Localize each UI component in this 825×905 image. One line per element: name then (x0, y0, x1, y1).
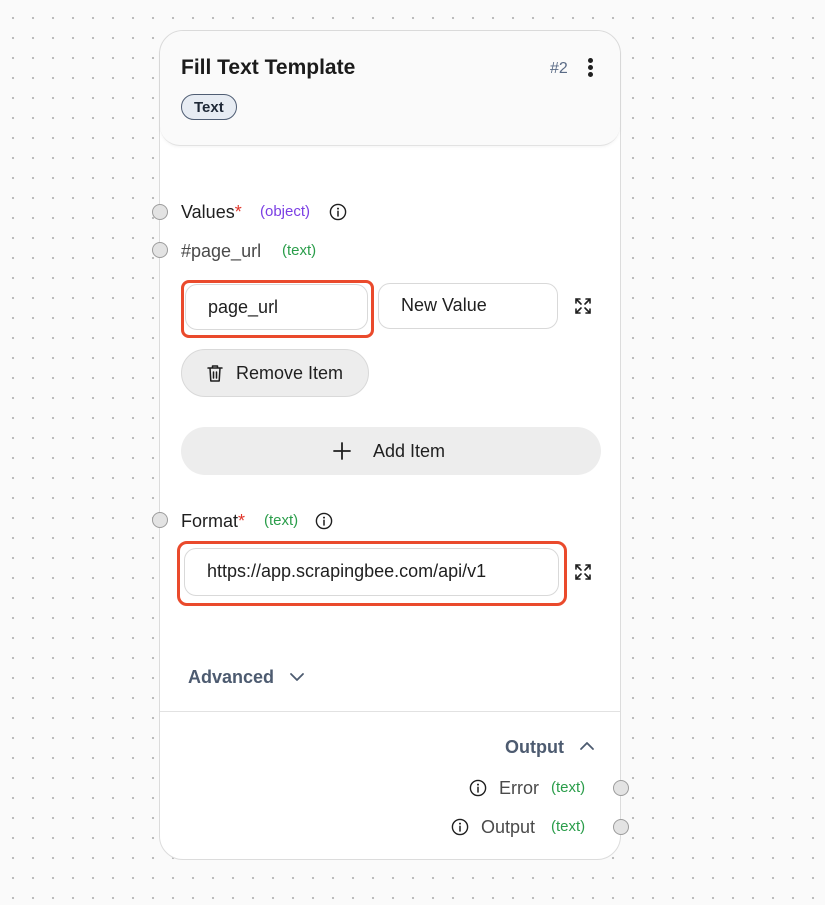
add-item-button[interactable]: Add Item (181, 427, 601, 475)
node-header: Fill Text Template #2 Text (160, 31, 620, 146)
output-toggle-label: Output (505, 737, 564, 757)
error-output-handle[interactable] (613, 780, 629, 796)
info-icon[interactable] (315, 512, 333, 530)
page-url-input-handle[interactable] (152, 242, 168, 258)
node-id: #2 (550, 60, 568, 77)
add-item-label: Add Item (373, 441, 446, 461)
format-label: Format* (181, 511, 246, 531)
page-url-item-label: #page_url (181, 241, 262, 261)
format-input-handle[interactable] (152, 512, 168, 528)
advanced-label: Advanced (188, 667, 275, 687)
node-title: Fill Text Template (181, 56, 356, 79)
more-vertical-icon[interactable] (584, 58, 596, 80)
fill-text-template-node[interactable]: Fill Text Template #2 Text Values* (obje… (152, 30, 629, 860)
info-icon[interactable] (329, 203, 347, 221)
node-category-tag: Text (181, 94, 237, 120)
expand-icon[interactable] (574, 563, 592, 581)
expand-icon[interactable] (574, 297, 592, 315)
key-input[interactable]: page_url (185, 284, 368, 330)
error-output-type: (text) (551, 779, 586, 796)
error-output-label: Error (499, 778, 539, 798)
value-input[interactable]: New Value (378, 283, 558, 329)
chevron-down-icon (290, 673, 304, 681)
section-divider (160, 711, 620, 712)
chevron-up-icon (580, 742, 594, 750)
trash-icon (207, 365, 223, 382)
remove-item-button[interactable]: Remove Item (181, 349, 369, 397)
output-toggle[interactable]: Output (505, 737, 595, 758)
values-input-handle[interactable] (152, 204, 168, 220)
output-output-handle[interactable] (613, 819, 629, 835)
page-url-item-type: (text) (282, 242, 317, 259)
format-input[interactable]: https://app.scrapingbee.com/api/v1 (184, 548, 559, 596)
info-icon[interactable] (469, 779, 487, 797)
values-label: Values* (181, 202, 242, 222)
values-type: (object) (260, 203, 311, 220)
output-output-type: (text) (551, 818, 586, 835)
plus-icon (333, 442, 351, 460)
advanced-toggle[interactable]: Advanced (188, 667, 305, 688)
required-mark: * (238, 511, 246, 531)
output-output-label: Output (481, 817, 536, 837)
info-icon[interactable] (451, 818, 469, 836)
remove-item-label: Remove Item (236, 363, 344, 383)
format-type: (text) (264, 512, 299, 529)
required-mark: * (234, 202, 242, 222)
